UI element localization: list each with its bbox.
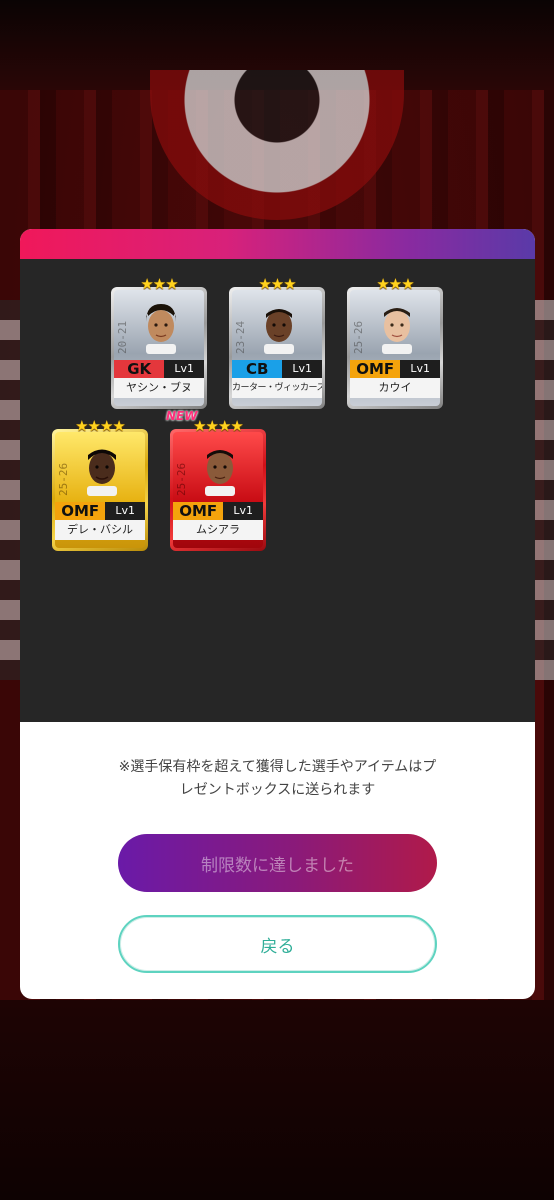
bunting-decoration [150, 70, 404, 220]
position-label: OMF [55, 502, 106, 520]
level-label: Lv1 [292, 362, 313, 375]
player-card[interactable]: ★★★★ 25-26 OMF Lv1 デレ・バシル [52, 417, 148, 551]
position-label: OMF [350, 360, 401, 378]
position-bar: GK Lv1 [114, 360, 204, 378]
overflow-notice: ※選手保有枠を超えて獲得した選手やアイテムはプ レゼントボックスに送られます [20, 756, 535, 802]
player-name: カーター・ヴィッカース [232, 378, 322, 398]
player-card-area: ★★★ 20-21 GK Lv1 ヤシン・ブヌ ★★★ 23-24 CB Lv1… [20, 259, 535, 722]
position-bar: OMF Lv1 [173, 502, 263, 520]
notice-line-1: ※選手保有枠を超えて獲得した選手やアイテムはプ [118, 759, 437, 775]
position-label: GK [114, 360, 165, 378]
player-face-image [376, 302, 418, 354]
player-card[interactable]: ★★★ 25-26 OMF Lv1 カウイ [347, 275, 443, 409]
result-modal: ★★★ 20-21 GK Lv1 ヤシン・ブヌ ★★★ 23-24 CB Lv1… [20, 229, 535, 999]
level-label: Lv1 [233, 504, 254, 517]
player-name: ヤシン・ブヌ [114, 378, 204, 398]
back-button[interactable]: 戻る [118, 915, 437, 973]
season-label: 25-26 [175, 462, 188, 496]
player-card[interactable]: ★★★ 23-24 CB Lv1 カーター・ヴィッカース [229, 275, 325, 409]
player-card[interactable]: ★★★ 20-21 GK Lv1 ヤシン・ブヌ [111, 275, 207, 409]
season-label: 20-21 [116, 320, 129, 354]
player-card-body: 25-26 OMF Lv1 デレ・バシル [55, 432, 145, 548]
level-label: Lv1 [174, 362, 195, 375]
player-name: ムシアラ [173, 520, 263, 540]
player-name: カウイ [350, 378, 440, 398]
level-label: Lv1 [410, 362, 431, 375]
position-bar: OMF Lv1 [350, 360, 440, 378]
player-card[interactable]: NEW ★★★★ 25-26 OMF Lv1 ムシアラ [166, 409, 266, 551]
player-face-image [199, 444, 241, 496]
position-label: OMF [173, 502, 224, 520]
position-label: CB [232, 360, 283, 378]
player-face-image [81, 444, 123, 496]
player-face-image [258, 302, 300, 354]
position-bar: CB Lv1 [232, 360, 322, 378]
modal-header-bar [20, 229, 535, 259]
player-face-image [140, 302, 182, 354]
level-label: Lv1 [115, 504, 136, 517]
background-bottom [0, 1000, 554, 1200]
player-card-body: 20-21 GK Lv1 ヤシン・ブヌ [114, 290, 204, 406]
limit-reached-button[interactable]: 制限数に達しました [118, 834, 437, 892]
notice-line-2: レゼントボックスに送られます [179, 782, 376, 798]
player-name: デレ・バシル [55, 520, 145, 540]
player-card-body: 25-26 OMF Lv1 カウイ [350, 290, 440, 406]
season-label: 25-26 [57, 462, 70, 496]
position-bar: OMF Lv1 [55, 502, 145, 520]
player-card-body: 25-26 OMF Lv1 ムシアラ [173, 432, 263, 548]
season-label: 25-26 [352, 320, 365, 354]
season-label: 23-24 [234, 320, 247, 354]
player-card-body: 23-24 CB Lv1 カーター・ヴィッカース [232, 290, 322, 406]
